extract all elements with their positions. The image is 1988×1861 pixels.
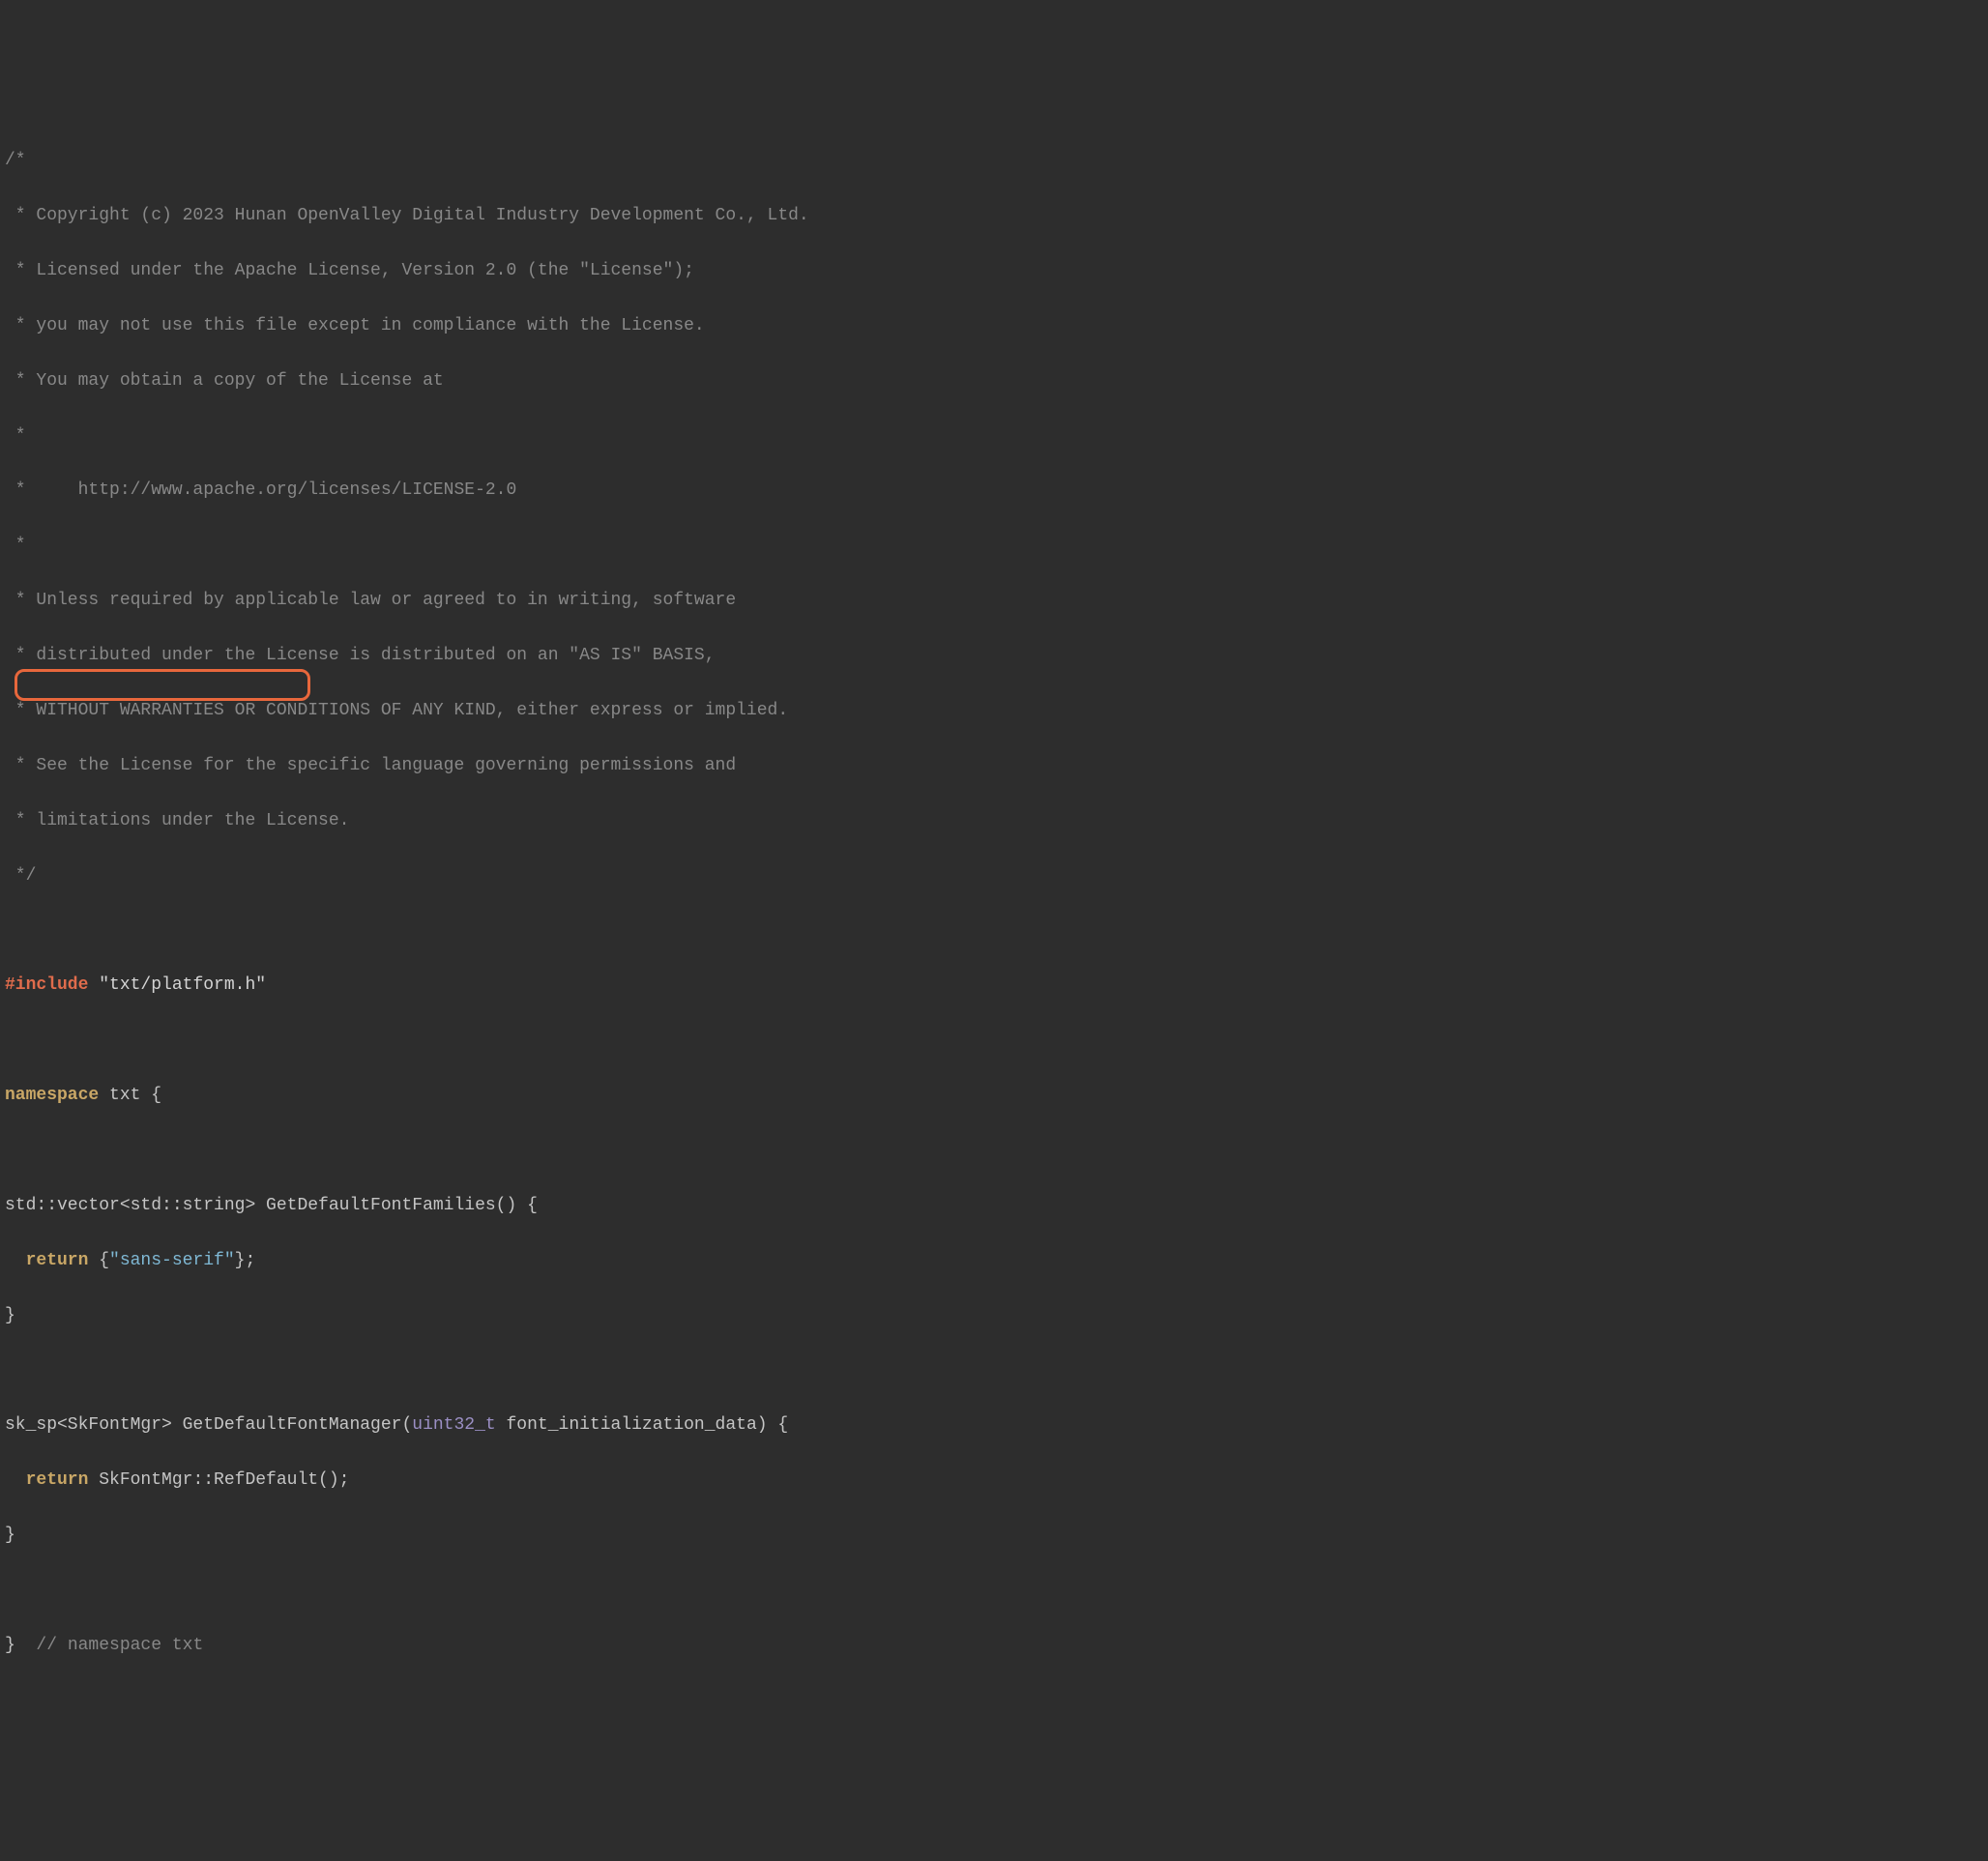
- blank-line: [5, 1356, 1983, 1383]
- namespace-name: txt {: [99, 1086, 161, 1105]
- type-name: uint32_t: [412, 1415, 495, 1435]
- close-brace: }: [5, 1302, 1983, 1329]
- close-brace: }: [5, 1522, 1983, 1549]
- comment-line: * http://www.apache.org/licenses/LICENSE…: [5, 477, 1983, 504]
- close-brace: }: [5, 1636, 15, 1655]
- return-line: return {"sans-serif"};: [5, 1247, 1983, 1274]
- comment-line: * Copyright (c) 2023 Hunan OpenValley Di…: [5, 202, 1983, 229]
- include-directive: #include: [5, 975, 88, 995]
- return-keyword: return: [5, 1470, 88, 1490]
- namespace-line: namespace txt {: [5, 1082, 1983, 1109]
- return-line: return SkFontMgr::RefDefault();: [5, 1467, 1983, 1494]
- comment-line: * Licensed under the Apache License, Ver…: [5, 257, 1983, 284]
- comment-line: *: [5, 422, 1983, 450]
- func-part: font_initialization_data) {: [496, 1415, 788, 1435]
- blank-line: [5, 1577, 1983, 1604]
- include-line: #include "txt/platform.h": [5, 972, 1983, 999]
- function-signature: sk_sp<SkFontMgr> GetDefaultFontManager(u…: [5, 1411, 1983, 1439]
- comment-line: * Unless required by applicable law or a…: [5, 587, 1983, 614]
- highlight-annotation: [15, 669, 310, 701]
- blank-line: [5, 1137, 1983, 1164]
- comment-line: /*: [5, 147, 1983, 174]
- return-close: };: [235, 1251, 256, 1270]
- func-part: sk_sp<SkFontMgr> GetDefaultFontManager(: [5, 1415, 412, 1435]
- include-path: "txt/platform.h": [88, 975, 266, 995]
- comment-line: * WITHOUT WARRANTIES OR CONDITIONS OF AN…: [5, 697, 1983, 724]
- comment-line: *: [5, 532, 1983, 559]
- namespace-close: } // namespace txt: [5, 1632, 1983, 1659]
- comment-line: * See the License for the specific langu…: [5, 752, 1983, 779]
- string-literal: "sans-serif": [109, 1251, 235, 1270]
- comment-line: * limitations under the License.: [5, 807, 1983, 834]
- code-viewer: /* * Copyright (c) 2023 Hunan OpenValley…: [5, 120, 1983, 1714]
- end-comment: // namespace txt: [15, 1636, 203, 1655]
- comment-line: * you may not use this file except in co…: [5, 312, 1983, 339]
- return-brace: {: [88, 1251, 109, 1270]
- namespace-keyword: namespace: [5, 1086, 99, 1105]
- blank-line: [5, 916, 1983, 944]
- comment-line: * You may obtain a copy of the License a…: [5, 367, 1983, 394]
- blank-line: [5, 1027, 1983, 1054]
- comment-line: */: [5, 862, 1983, 889]
- function-signature: std::vector<std::string> GetDefaultFontF…: [5, 1192, 1983, 1219]
- return-value: SkFontMgr::RefDefault();: [88, 1470, 349, 1490]
- return-keyword: return: [5, 1251, 88, 1270]
- comment-line: * distributed under the License is distr…: [5, 642, 1983, 669]
